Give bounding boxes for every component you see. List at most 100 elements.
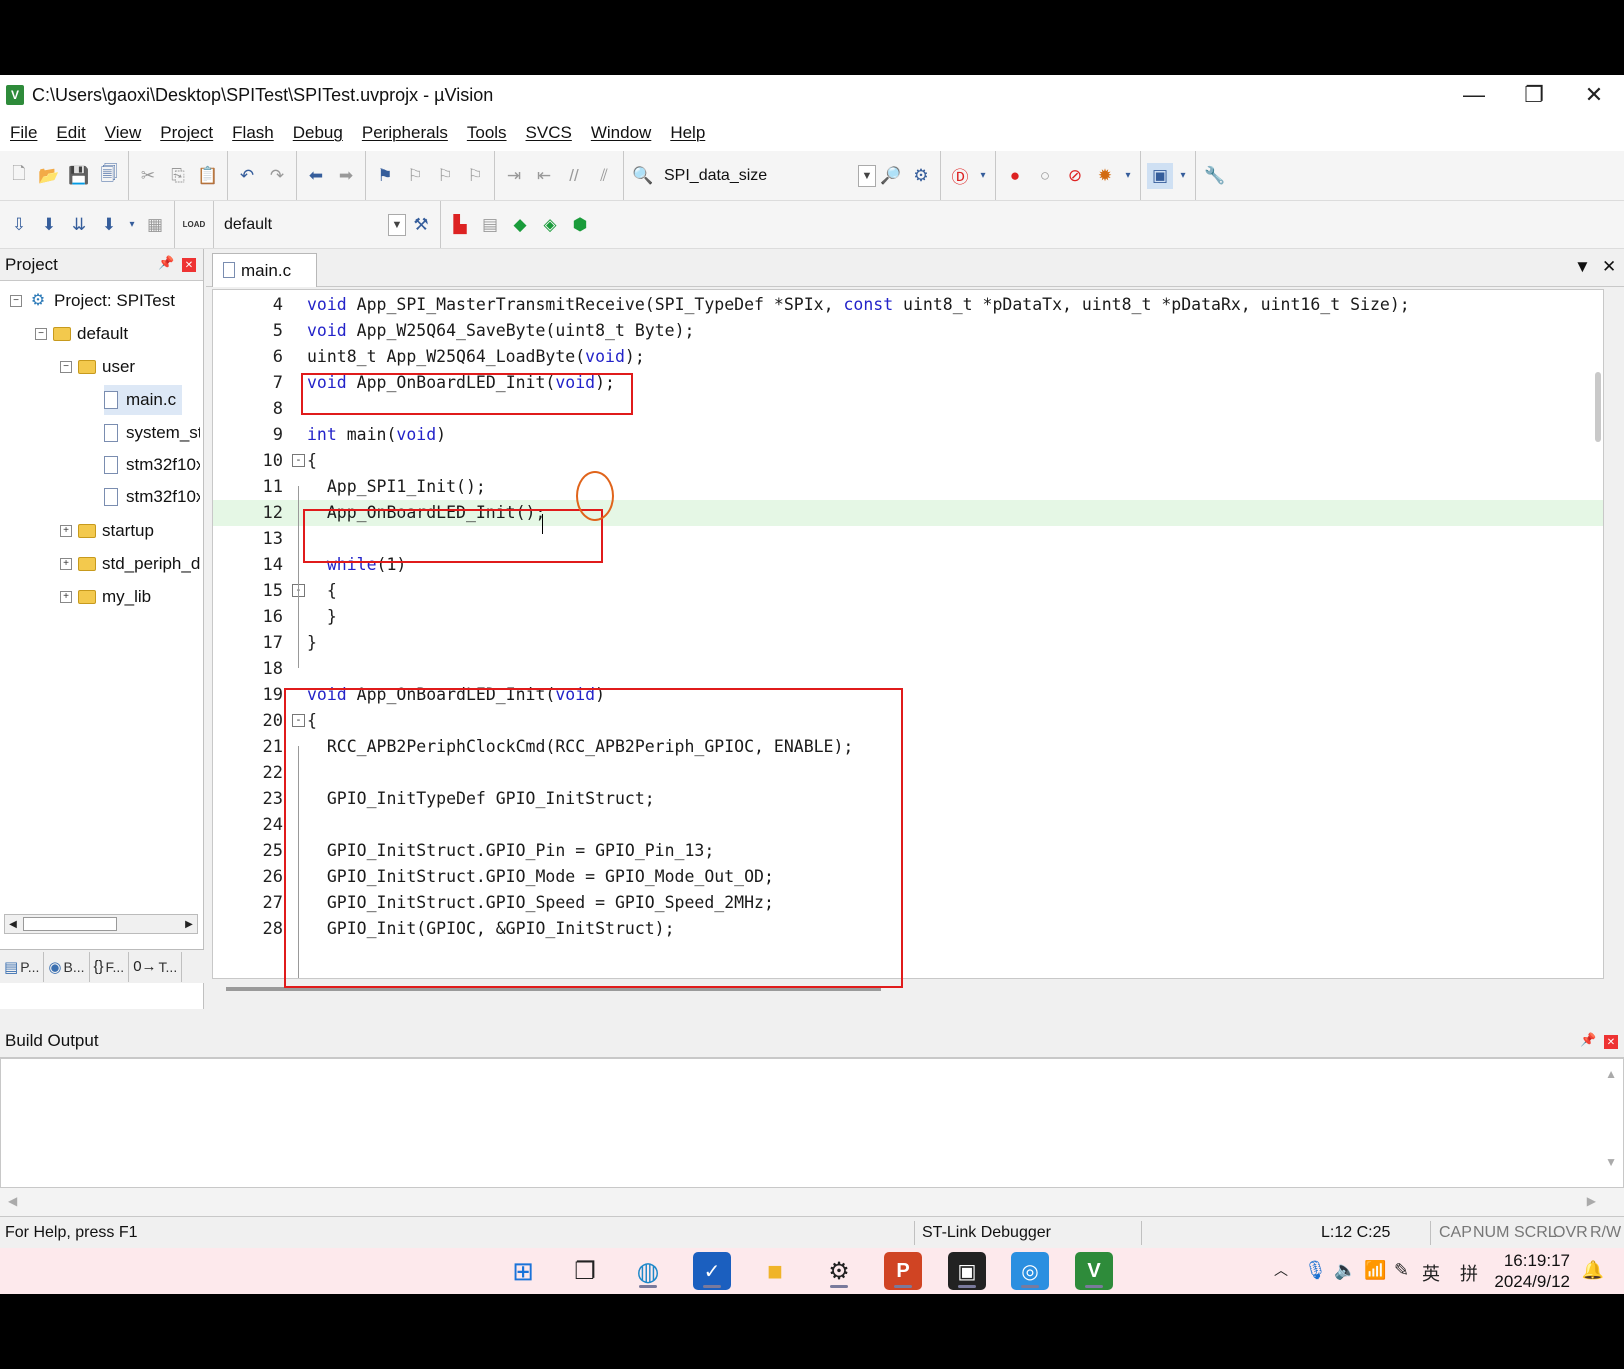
menu-project[interactable]: Project bbox=[160, 123, 213, 143]
window-layout-icon[interactable]: ▣ bbox=[1147, 162, 1173, 189]
indent-icon[interactable]: ⇥ bbox=[501, 163, 527, 189]
save-all-icon[interactable]: 🗐 bbox=[96, 163, 122, 189]
disable-all-breakpoints-icon[interactable]: ⊘ bbox=[1062, 163, 1088, 189]
build-icon[interactable]: ⬇ bbox=[36, 212, 62, 238]
close-tab-icon[interactable]: ✕ bbox=[1602, 257, 1616, 277]
find-combo[interactable]: SPI_data_size bbox=[658, 161, 858, 191]
tab-templates[interactable]: 0→ T... bbox=[129, 951, 183, 982]
menu-view[interactable]: View bbox=[105, 123, 142, 143]
menu-help[interactable]: Help bbox=[670, 123, 705, 143]
incremental-find-icon[interactable]: ⚙ bbox=[908, 163, 934, 189]
settings-icon[interactable]: ⚙ bbox=[820, 1252, 858, 1290]
scroll-left-icon[interactable]: ◀ bbox=[8, 1194, 17, 1208]
close-button[interactable]: ✕ bbox=[1564, 75, 1624, 115]
code-line[interactable]: 11 App_SPI1_Init(); bbox=[213, 474, 1603, 500]
start-icon[interactable]: ⊞ bbox=[504, 1252, 542, 1290]
batch-build-icon[interactable]: ⬇ bbox=[96, 212, 122, 238]
ime-language[interactable]: 英 bbox=[1422, 1260, 1440, 1286]
redo-icon[interactable]: ↷ bbox=[264, 163, 290, 189]
find-icon[interactable]: 🔎 bbox=[878, 163, 904, 189]
stop-build-icon[interactable]: ▦ bbox=[142, 212, 168, 238]
next-bookmark-icon[interactable]: ⚐ bbox=[432, 163, 458, 189]
scroll-thumb[interactable] bbox=[23, 917, 117, 931]
microphone-icon[interactable]: 🎙 bbox=[1304, 1260, 1327, 1281]
todo-icon[interactable]: ✓ bbox=[693, 1252, 731, 1290]
tab-functions[interactable]: {} F... bbox=[90, 951, 130, 982]
code-line[interactable]: 4 void App_SPI_MasterTransmitReceive(SPI_… bbox=[213, 292, 1603, 318]
chevron-down-icon[interactable]: ▾ bbox=[977, 163, 989, 189]
edge-icon[interactable]: ◍ bbox=[629, 1252, 667, 1290]
bookmark-icon[interactable]: ⚑ bbox=[372, 163, 398, 189]
build-output-text[interactable]: ▲ ▼ bbox=[0, 1058, 1624, 1188]
pack-installer-icon[interactable]: ◈ bbox=[537, 212, 563, 238]
tab-books[interactable]: ◉ B... bbox=[44, 951, 90, 982]
tray-overflow-icon[interactable]: ︿ bbox=[1274, 1260, 1288, 1280]
tree-item-file[interactable]: stm32f10x_it.c bbox=[104, 450, 200, 480]
pen-icon[interactable]: ✎ bbox=[1394, 1260, 1409, 1281]
close-icon[interactable]: ✕ bbox=[1604, 1035, 1618, 1049]
select-packs-icon[interactable]: ▤ bbox=[477, 212, 503, 238]
chevron-down-icon[interactable]: ▾ bbox=[1177, 163, 1189, 189]
minimize-button[interactable]: — bbox=[1444, 75, 1504, 115]
scroll-up-icon[interactable]: ▲ bbox=[1605, 1067, 1617, 1081]
menu-flash[interactable]: Flash bbox=[232, 123, 274, 143]
camera-app-icon[interactable]: ▣ bbox=[948, 1252, 986, 1290]
breakpoint-icon[interactable]: ● bbox=[1002, 163, 1028, 189]
pin-icon[interactable]: 📌 bbox=[1580, 1032, 1596, 1048]
menu-file[interactable]: File bbox=[10, 123, 37, 143]
cut-icon[interactable]: ✂ bbox=[135, 163, 161, 189]
chevron-down-icon[interactable]: ▾ bbox=[126, 212, 138, 238]
webcam-icon[interactable]: ◎ bbox=[1011, 1252, 1049, 1290]
rebuild-icon[interactable]: ⇊ bbox=[66, 212, 92, 238]
expand-icon[interactable]: + bbox=[60, 558, 72, 570]
volume-icon[interactable]: 🔈 bbox=[1334, 1260, 1356, 1281]
tree-item-project[interactable]: − ⚙ Project: SPITest bbox=[10, 286, 175, 316]
wifi-icon[interactable]: 📶 bbox=[1364, 1260, 1386, 1281]
tree-item-target[interactable]: − default bbox=[35, 319, 128, 349]
manage-rte-icon[interactable]: ◆ bbox=[507, 212, 533, 238]
tree-item-file[interactable]: stm32f10x_conf.h bbox=[104, 482, 200, 512]
start-debug-icon[interactable]: Ⓓ bbox=[947, 163, 973, 189]
taskbar-clock[interactable]: 16:19:17 2024/9/12 bbox=[1494, 1250, 1570, 1292]
ime-mode[interactable]: 拼 bbox=[1460, 1260, 1478, 1286]
code-line[interactable]: 18 bbox=[213, 656, 1603, 682]
menu-debug[interactable]: Debug bbox=[293, 123, 343, 143]
menu-peripherals[interactable]: Peripherals bbox=[362, 123, 448, 143]
task-view-icon[interactable]: ❐ bbox=[566, 1252, 604, 1290]
tree-item-file[interactable]: system_stm32f10x.c bbox=[104, 418, 200, 448]
project-hscrollbar[interactable]: ◀ ▶ bbox=[4, 914, 198, 934]
save-icon[interactable]: 💾 bbox=[66, 163, 92, 189]
manage-project-icon[interactable]: ▙ bbox=[447, 212, 473, 238]
tree-item-group-startup[interactable]: + startup bbox=[60, 516, 154, 546]
code-line[interactable]: 10-{ bbox=[213, 448, 1603, 474]
restore-button[interactable]: ❐ bbox=[1504, 75, 1564, 115]
scroll-right-icon[interactable]: ▶ bbox=[1587, 1194, 1596, 1208]
find-in-files-icon[interactable]: 🔍 bbox=[630, 163, 656, 189]
tab-project[interactable]: ▤ P... bbox=[0, 951, 45, 982]
collapse-icon[interactable]: − bbox=[10, 295, 22, 307]
code-line[interactable]: 9 int main(void) bbox=[213, 422, 1603, 448]
nav-forward-icon[interactable]: ➡ bbox=[333, 163, 359, 189]
paste-icon[interactable]: 📋 bbox=[195, 163, 221, 189]
collapse-icon[interactable]: − bbox=[60, 361, 72, 373]
prev-bookmark-icon[interactable]: ⚐ bbox=[402, 163, 428, 189]
unindent-icon[interactable]: ⇤ bbox=[531, 163, 557, 189]
tree-item-file[interactable]: main.c bbox=[104, 385, 183, 415]
code-line[interactable]: 6 uint8_t App_W25Q64_LoadByte(void); bbox=[213, 344, 1603, 370]
target-combo[interactable]: default bbox=[218, 210, 388, 240]
tree-item-group-my-lib[interactable]: + my_lib bbox=[60, 582, 151, 612]
expand-icon[interactable]: + bbox=[60, 591, 72, 603]
scroll-right-icon[interactable]: ▶ bbox=[181, 915, 197, 933]
copy-icon[interactable]: ⎘ bbox=[165, 163, 191, 189]
load-icon[interactable]: LOAD bbox=[181, 212, 207, 238]
expand-icon[interactable]: + bbox=[60, 525, 72, 537]
open-file-icon[interactable]: 📂 bbox=[36, 163, 62, 189]
event-recorder-icon[interactable]: ⬢ bbox=[567, 212, 593, 238]
disable-breakpoint-icon[interactable]: ○ bbox=[1032, 163, 1058, 189]
menu-edit[interactable]: Edit bbox=[56, 123, 85, 143]
comment-icon[interactable]: // bbox=[561, 163, 587, 189]
tab-main-c[interactable]: main.c bbox=[212, 253, 317, 287]
target-options-icon[interactable]: ⚒ bbox=[408, 212, 434, 238]
clear-bookmarks-icon[interactable]: ⚐ bbox=[462, 163, 488, 189]
scroll-left-icon[interactable]: ◀ bbox=[5, 915, 21, 933]
